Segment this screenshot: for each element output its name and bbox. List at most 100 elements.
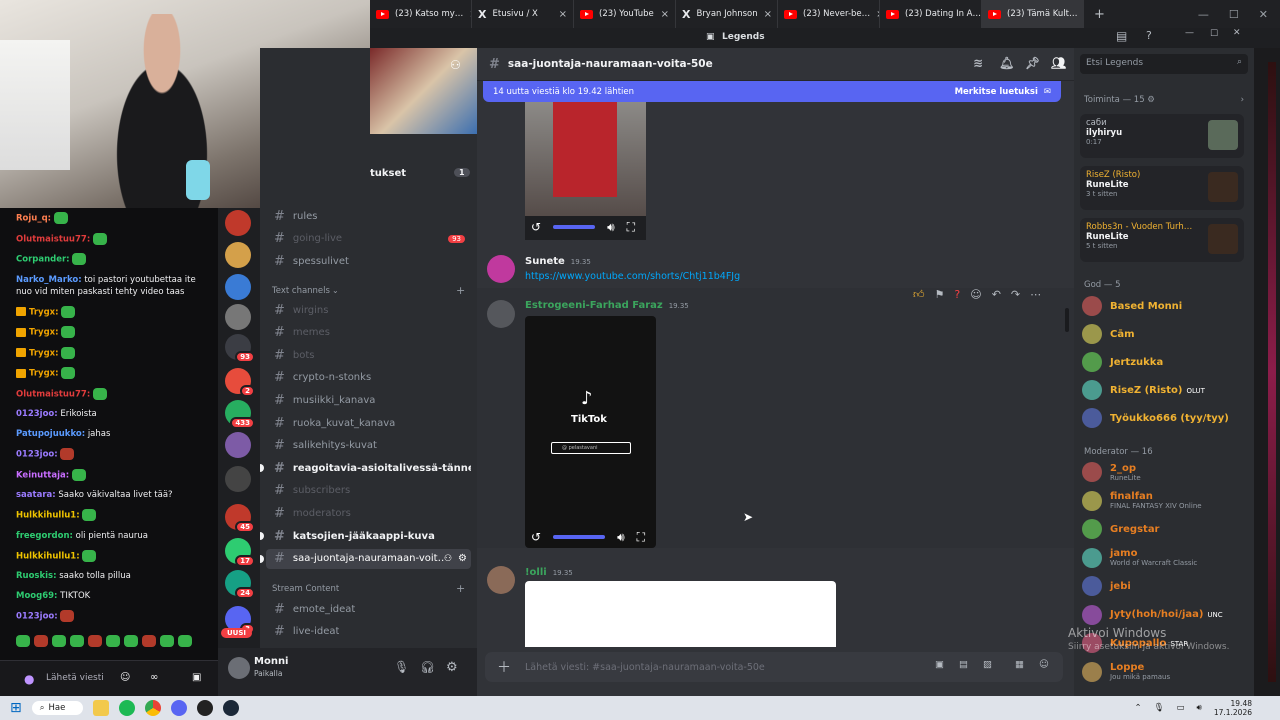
taskbar-search[interactable]: ⌕ Hae (31, 701, 84, 715)
windows-start-icon[interactable]: ⊞ (10, 700, 22, 716)
emote-icon[interactable] (124, 634, 138, 647)
activity-card[interactable]: саби ilyhiryu 0:17 (1080, 114, 1244, 158)
add-member-icon[interactable]: ⚇ (450, 58, 461, 72)
spotify-icon[interactable] (119, 700, 136, 716)
browser-tab[interactable]: (23) Dating In A…× (880, 0, 982, 28)
channel-item[interactable]: # moderators (266, 503, 471, 523)
replay-icon[interactable]: ↺ (531, 530, 541, 544)
tray-network-icon[interactable]: ▭ (1176, 703, 1184, 713)
close-icon[interactable]: ✕ (1259, 8, 1268, 21)
chat-username[interactable]: Moog69: (16, 591, 57, 601)
member-item[interactable]: jamo World of Warcraft Classic (1082, 544, 1244, 572)
steam-icon[interactable] (223, 700, 240, 716)
channel-item[interactable]: # emote_ideat (266, 599, 471, 619)
channel-item[interactable]: # musiikki_kanava (266, 390, 471, 410)
chat-username[interactable]: freegordon: (16, 531, 73, 541)
threads-icon[interactable]: ≋ (973, 56, 983, 70)
member-item[interactable]: Cām (1082, 320, 1244, 348)
avatar[interactable] (487, 255, 515, 283)
member-item[interactable]: Gregstar (1082, 515, 1244, 543)
member-item[interactable]: 2_op RuneLite (1082, 458, 1244, 486)
new-messages-bar[interactable]: 14 uutta viestiä klo 19.42 lähtien Merki… (483, 81, 1061, 102)
channel-item[interactable]: # saa-juontaja-nauramaan-voit… ⚇ ⚙ (260, 548, 471, 569)
server-icon[interactable]: 24 (225, 570, 255, 599)
gift-icon[interactable]: ▣ (192, 672, 201, 683)
chat-username[interactable]: Patupojuukko: (16, 429, 85, 439)
mark-read-button[interactable]: Merkitse luetuksi (955, 87, 1038, 97)
channel-item[interactable]: # subscribers (266, 481, 471, 501)
sticker-icon[interactable]: ▨ (983, 659, 992, 670)
avatar[interactable] (228, 657, 250, 679)
video-progress-bar[interactable] (553, 535, 606, 539)
question-icon[interactable]: ? (954, 288, 960, 301)
emote-icon[interactable] (34, 634, 48, 647)
thumbs-up-icon[interactable]: 👍︎ (913, 288, 925, 301)
add-channel-icon[interactable]: + (456, 284, 465, 297)
close-tab-icon[interactable]: × (559, 9, 567, 20)
attach-plus-icon[interactable]: ＋ (497, 657, 511, 677)
server-icon[interactable]: 2 (225, 368, 255, 397)
reply-icon[interactable]: ↶ (992, 288, 1001, 301)
channel-settings-icon[interactable]: ⚙ (458, 553, 467, 564)
member-item[interactable]: Jertzukka (1082, 348, 1244, 376)
maximize-icon[interactable]: ☐ (1229, 8, 1239, 21)
emote-icon[interactable] (88, 634, 102, 647)
channel-item[interactable]: # live-ideat (266, 622, 471, 642)
apps-icon[interactable]: ▦ (1015, 659, 1024, 670)
emote-icon[interactable] (52, 634, 66, 647)
chat-username[interactable]: Olutmaistuu77: (16, 389, 90, 399)
replay-icon[interactable]: ↺ (531, 220, 541, 234)
browser-tab[interactable]: (23) Tämä Kult…× (982, 0, 1084, 28)
help-icon[interactable]: ? (1146, 29, 1152, 42)
infinity-icon[interactable]: ∞ (150, 672, 158, 683)
emote-picker-icon[interactable]: ☺ (120, 672, 130, 683)
activity-card[interactable]: RiseZ (Risto) RuneLite 3 t sitten (1080, 166, 1244, 210)
message-input[interactable]: ＋ Lähetä viesti: #saa-juontaja-nauramaan… (485, 652, 1063, 682)
file-explorer-icon[interactable] (93, 700, 110, 716)
channel-item[interactable]: # bots (266, 345, 471, 365)
emote-icon[interactable] (106, 634, 120, 647)
server-icon[interactable]: 17 (225, 538, 255, 567)
obs-icon[interactable] (197, 700, 214, 716)
chat-username[interactable]: Trygx: (29, 369, 59, 379)
browser-tab[interactable]: (23) YouTube × (574, 0, 676, 28)
reaction-icon[interactable]: ⚑ (935, 288, 945, 301)
new-tab-button[interactable]: + (1084, 7, 1115, 22)
server-icon[interactable] (225, 242, 251, 268)
member-item[interactable]: Based Monni (1082, 292, 1244, 320)
server-icon[interactable]: 433 (225, 400, 255, 429)
server-icon[interactable] (225, 466, 251, 492)
chat-username[interactable]: Trygx: (29, 348, 59, 358)
activity-card[interactable]: Robbs3n - Vuoden Turh… RuneLite 5 t sitten (1080, 218, 1244, 262)
video-progress-bar[interactable] (553, 225, 596, 229)
tray-chevron-icon[interactable]: ⌃ (1135, 703, 1142, 713)
headphones-icon[interactable]: 🎧︎ (420, 660, 435, 674)
chat-username[interactable]: 0123joo: (16, 612, 58, 622)
chat-username[interactable]: Narko_Marko: (16, 275, 82, 285)
gif-icon[interactable]: ▤ (959, 659, 968, 670)
server-icon[interactable]: 93 (225, 334, 255, 363)
message-author[interactable]: Sunete 19.35 (525, 256, 591, 267)
member-item[interactable]: jebi (1082, 572, 1244, 600)
avatar[interactable] (487, 566, 515, 594)
channel-item[interactable]: # spessulivet (266, 251, 471, 271)
chat-username[interactable]: Olutmaistuu77: (16, 234, 90, 244)
emote-icon[interactable] (16, 634, 30, 647)
emote-icon[interactable] (160, 634, 174, 647)
microphone-icon[interactable]: 🎙︎ (394, 660, 409, 674)
fullscreen-icon[interactable]: ⛶ (637, 530, 645, 545)
tiktok-video-embed[interactable]: ♪ TikTok @ pelastavani (525, 316, 656, 548)
chat-username[interactable]: Keinuttaja: (16, 470, 69, 480)
message-author[interactable]: !olli 19.35 (525, 567, 573, 578)
channel-item[interactable]: # memes (266, 323, 471, 343)
channel-item[interactable]: # katsojien-jääkaappi-kuva (260, 526, 471, 546)
chat-username[interactable]: 0123joo: (16, 450, 58, 460)
close-tab-icon[interactable]: × (764, 9, 772, 20)
inbox-icon[interactable]: ▤ (1116, 29, 1127, 43)
server-search[interactable]: Etsi Legends ⌕ (1080, 54, 1248, 74)
channel-item[interactable]: # wirgins (266, 300, 471, 320)
chat-username[interactable]: Trygx: (29, 328, 59, 338)
gift-icon[interactable]: ▣ (935, 659, 944, 670)
close-tab-icon[interactable]: × (661, 9, 669, 20)
channel-item[interactable]: # reagoitavia-asioitalivessä-tänne (260, 458, 471, 478)
